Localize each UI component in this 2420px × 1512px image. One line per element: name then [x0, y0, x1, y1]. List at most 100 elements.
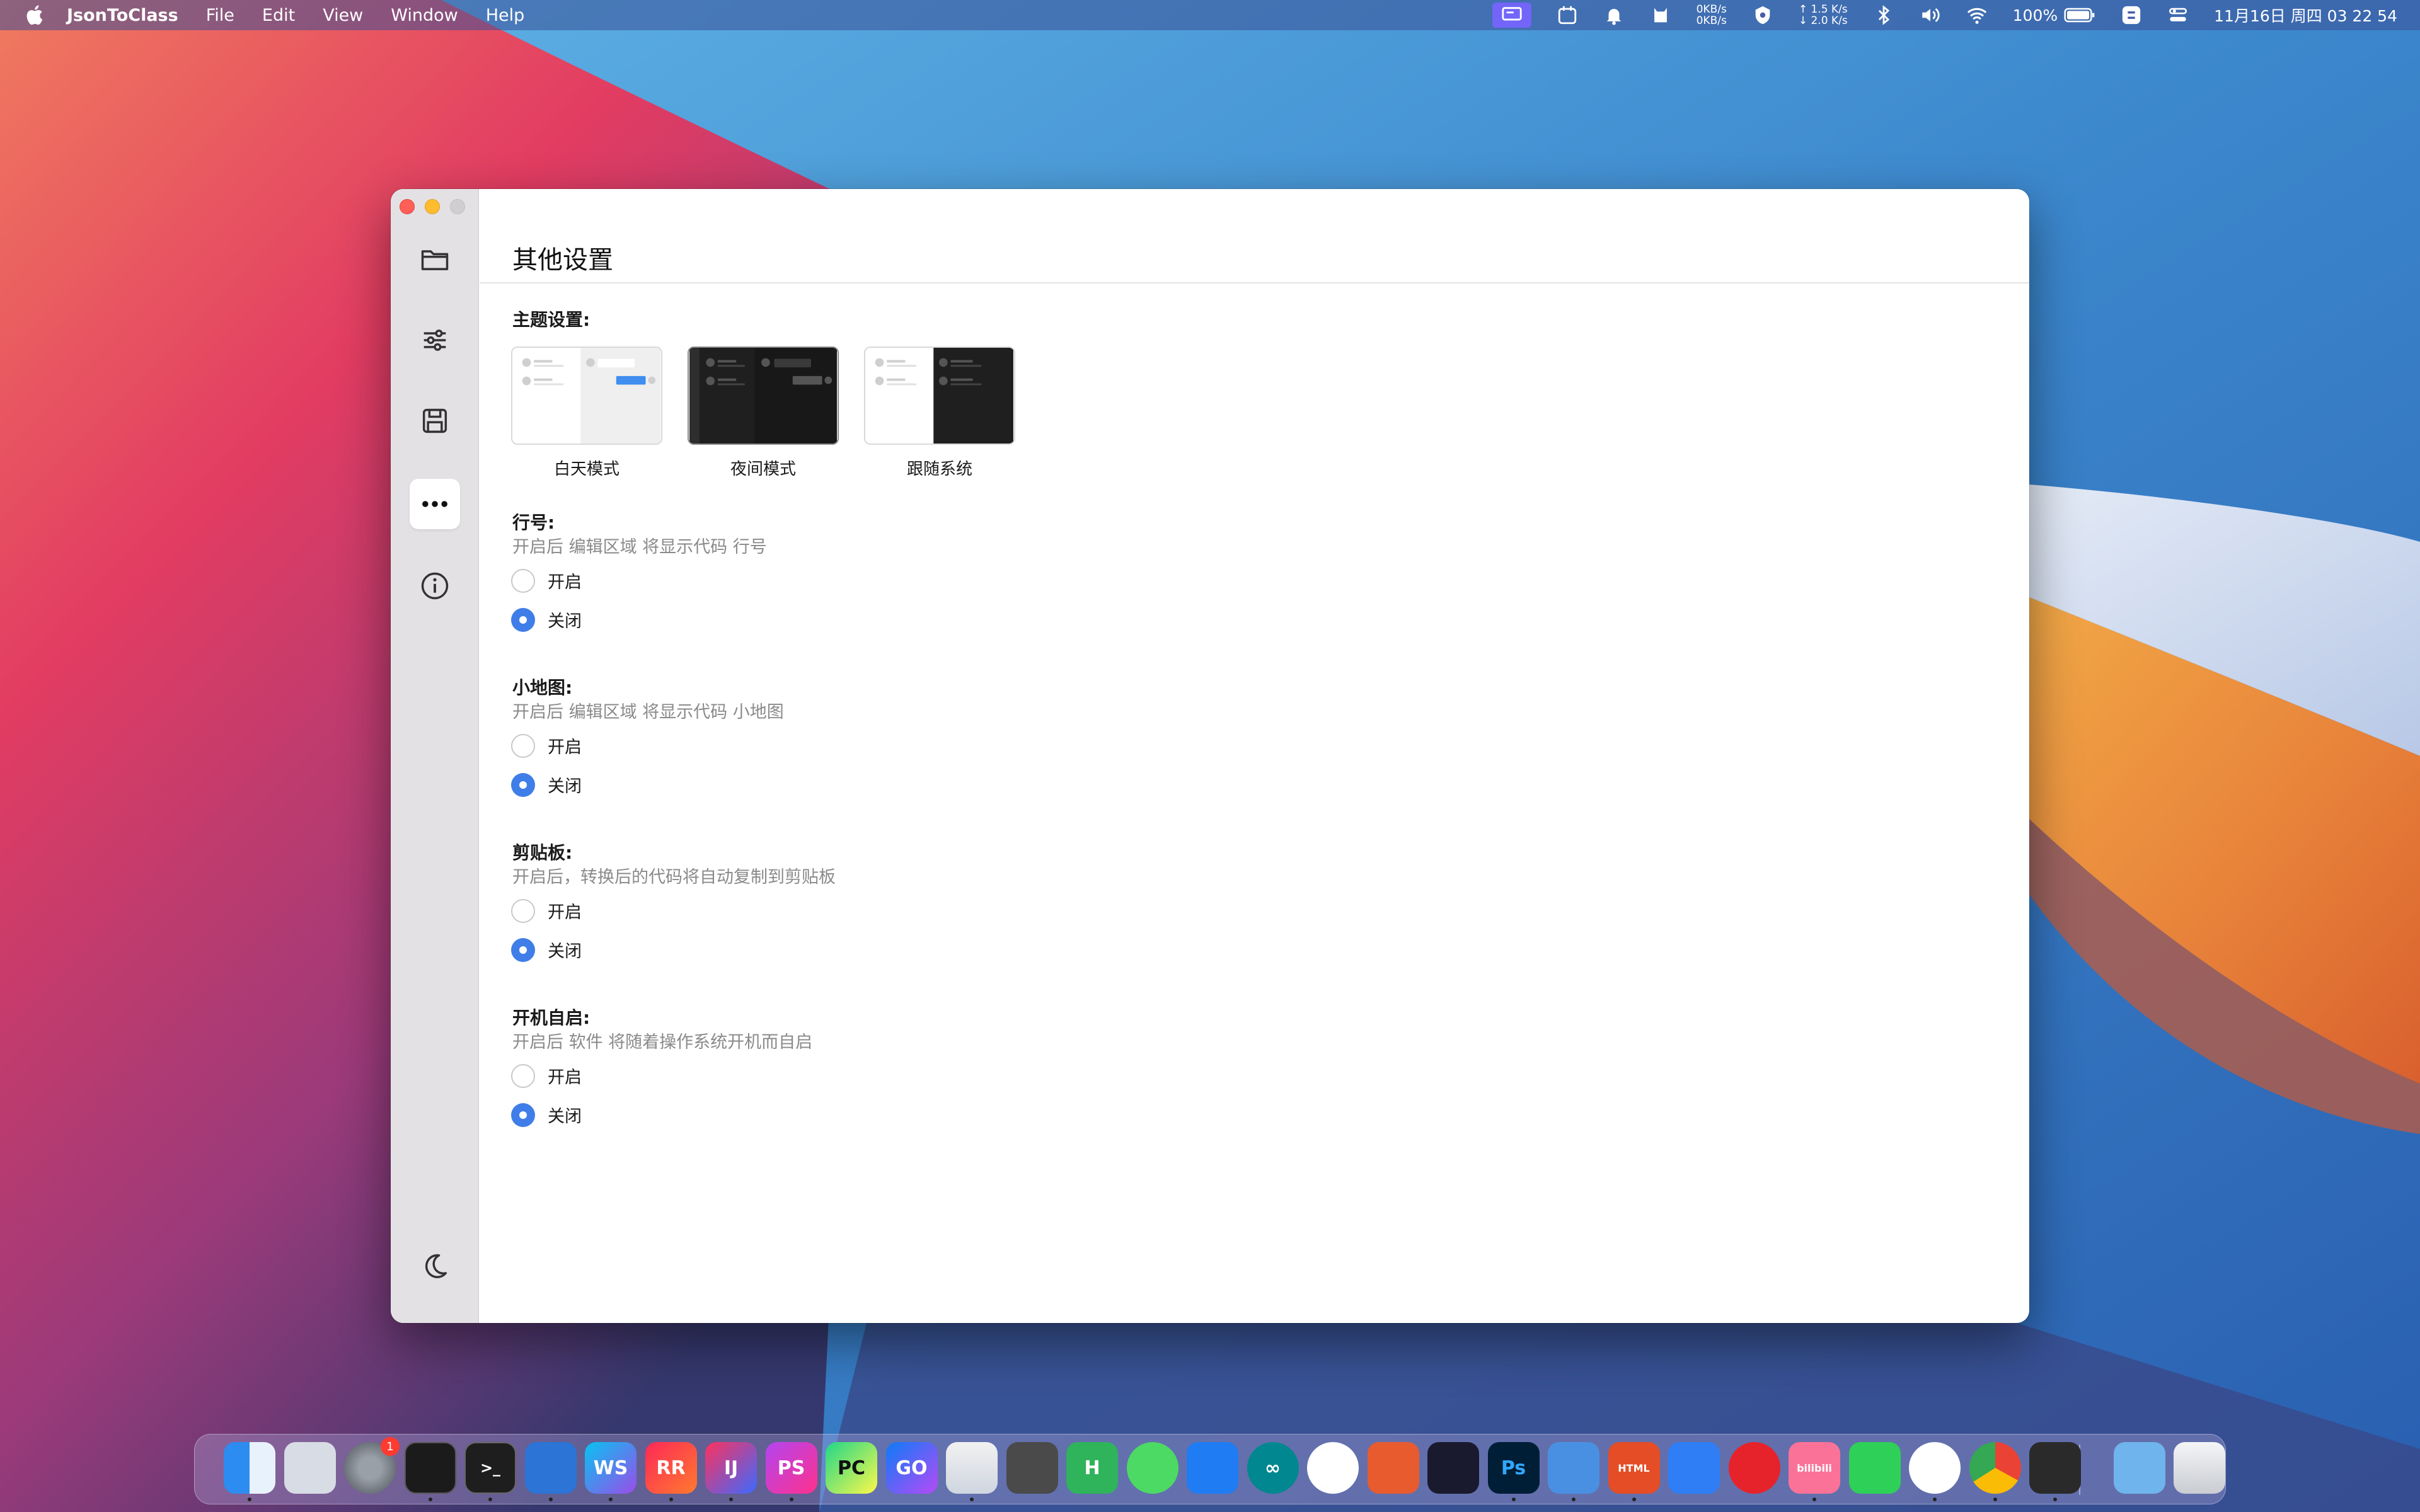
control-center-icon[interactable] [2167, 4, 2189, 26]
sidebar-item-save[interactable] [410, 396, 460, 446]
dock-running-indicator [609, 1498, 613, 1501]
edit-menu[interactable]: Edit [262, 6, 295, 25]
dock-nutstore-icon[interactable] [1307, 1442, 1359, 1494]
line-number-off-option[interactable]: 关闭 [511, 607, 582, 632]
cat-icon[interactable] [1650, 4, 1671, 26]
dock-cat-app-icon[interactable] [1668, 1442, 1720, 1494]
calendar-icon[interactable] [1557, 4, 1578, 26]
minimap-on-option[interactable]: 开启 [511, 733, 582, 758]
bell-icon[interactable] [1603, 4, 1625, 26]
dock-pycharm-label: PC [837, 1457, 865, 1479]
screen-share-icon[interactable] [1492, 3, 1531, 28]
minimap-on-radio[interactable] [511, 733, 535, 758]
minimize-button[interactable] [425, 199, 440, 214]
autostart-on-radio[interactable] [511, 1063, 535, 1088]
theme-toggle-button[interactable] [410, 1241, 460, 1292]
dock-webstorm-icon[interactable]: WS [585, 1442, 637, 1494]
sidebar-item-files[interactable] [410, 234, 460, 285]
dock-running-indicator [1933, 1498, 1937, 1501]
dock-sublime-text-icon[interactable] [1006, 1442, 1058, 1494]
clipboard-off-radio[interactable] [511, 937, 535, 962]
dock-rustrover-icon[interactable]: RR [645, 1442, 697, 1494]
theme-option-system[interactable]: 跟随系统 [864, 346, 1015, 479]
dock-goland-icon[interactable]: GO [885, 1442, 938, 1494]
dock-lark-icon[interactable] [1548, 1442, 1599, 1494]
dock-phpstorm-icon[interactable]: PS [765, 1442, 817, 1494]
sliders-icon [424, 329, 446, 351]
info-icon [421, 572, 449, 600]
autostart-off-label: 关闭 [548, 1107, 582, 1126]
theme-option-dark[interactable]: 夜间模式 [688, 346, 839, 479]
zoom-button[interactable] [450, 199, 465, 214]
wifi-icon[interactable] [1966, 4, 1988, 26]
dock-vscode-icon[interactable] [524, 1442, 577, 1494]
sidebar-item-other-settings[interactable] [410, 479, 460, 529]
clipboard-off-option[interactable]: 关闭 [511, 937, 582, 962]
app-window: 其他设置 主题设置: 白天模式 夜间模式 跟随系统 行号: 开启后 编辑区域 将… [391, 189, 2029, 1323]
dark-theme-thumb [688, 346, 839, 445]
dock-system-preferences-icon[interactable]: 1 [344, 1437, 400, 1494]
dock-app-store-dev-icon[interactable] [1187, 1442, 1238, 1494]
sidebar-item-about[interactable] [410, 561, 460, 611]
help-menu[interactable]: Help [486, 6, 525, 25]
dock-launchpad-icon[interactable] [284, 1442, 336, 1494]
dock-bilibili-icon[interactable]: bilibili [1789, 1442, 1840, 1494]
theme-option-light[interactable]: 白天模式 [511, 346, 662, 479]
shield-icon[interactable] [1752, 4, 1773, 26]
window-menu[interactable]: Window [391, 6, 458, 25]
autostart-title: 开机自启: [512, 1007, 591, 1028]
autostart-off-option[interactable]: 关闭 [511, 1102, 582, 1127]
disk-write: 0KB/s [1696, 14, 1727, 27]
dock-trash-icon[interactable] [2174, 1442, 2225, 1494]
line-number-on-option[interactable]: 开启 [511, 568, 582, 593]
close-button[interactable] [400, 199, 415, 214]
autostart-on-option[interactable]: 开启 [511, 1063, 582, 1088]
dock-activity-monitor-icon[interactable] [404, 1442, 456, 1494]
dock-terminal-icon[interactable]: >_ [464, 1442, 516, 1494]
dock-intellij-icon[interactable]: IJ [705, 1442, 757, 1494]
dock-arduino-icon[interactable]: ∞ [1247, 1442, 1299, 1494]
minimap-off-option[interactable]: 关闭 [511, 772, 582, 797]
file-menu[interactable]: File [206, 6, 234, 25]
dock-pycharm-icon[interactable]: PC [826, 1442, 877, 1494]
dock-chatgpt-icon[interactable] [1427, 1442, 1479, 1494]
line-number-off-radio[interactable] [511, 607, 535, 632]
clipboard-on-option[interactable]: 开启 [511, 898, 582, 923]
theme-section-title: 主题设置: [512, 309, 591, 330]
sidebar-item-config[interactable] [410, 315, 460, 365]
dock-chrome-icon[interactable] [1969, 1442, 2021, 1494]
dock-downloads-folder-icon[interactable] [2113, 1442, 2165, 1494]
dock-hbuilder-icon[interactable]: H [1066, 1442, 1118, 1494]
dock-running-indicator [488, 1498, 492, 1501]
more-icon [422, 501, 447, 507]
app-menu[interactable]: JsonToClass [67, 6, 178, 25]
autostart-off-radio[interactable] [511, 1102, 535, 1127]
battery-icon[interactable] [2064, 4, 2095, 26]
dock-messages-icon[interactable] [1126, 1442, 1178, 1494]
dock-photoshop-icon[interactable]: Ps [1487, 1442, 1540, 1494]
dock-terminal-label: >_ [480, 1459, 501, 1477]
title-divider [480, 282, 2029, 284]
theme-option-system-label: 跟随系统 [906, 460, 972, 479]
menu-bar: JsonToClass File Edit View Window Help 0… [0, 0, 2420, 30]
clock[interactable]: 11月16日 周四 03 22 54 [2214, 4, 2397, 26]
dock-running-indicator [1993, 1498, 1997, 1501]
dock-wechat-icon[interactable] [1848, 1442, 1901, 1494]
dock-pencil-icon[interactable] [1367, 1442, 1419, 1494]
dock-sidebar-app-icon[interactable] [2029, 1442, 2081, 1494]
dock-html-app-icon[interactable]: HTML [1608, 1442, 1660, 1494]
folder-icon [421, 250, 449, 270]
bluetooth-icon[interactable] [1873, 4, 1894, 26]
dock-finder-icon[interactable] [224, 1442, 275, 1494]
sync-app-icon[interactable] [2121, 4, 2142, 26]
dock-xcode-instruments-icon[interactable] [946, 1442, 998, 1494]
view-menu[interactable]: View [323, 6, 363, 25]
line-number-on-radio[interactable] [511, 568, 535, 593]
dock-qq-icon[interactable] [1909, 1442, 1961, 1494]
clipboard-on-radio[interactable] [511, 898, 535, 923]
apple-icon[interactable] [23, 3, 48, 28]
dock-netease-music-icon[interactable] [1728, 1442, 1780, 1494]
volume-icon[interactable] [1920, 4, 1941, 26]
minimap-off-radio[interactable] [511, 772, 535, 797]
dock-photoshop-label: Ps [1501, 1457, 1526, 1479]
